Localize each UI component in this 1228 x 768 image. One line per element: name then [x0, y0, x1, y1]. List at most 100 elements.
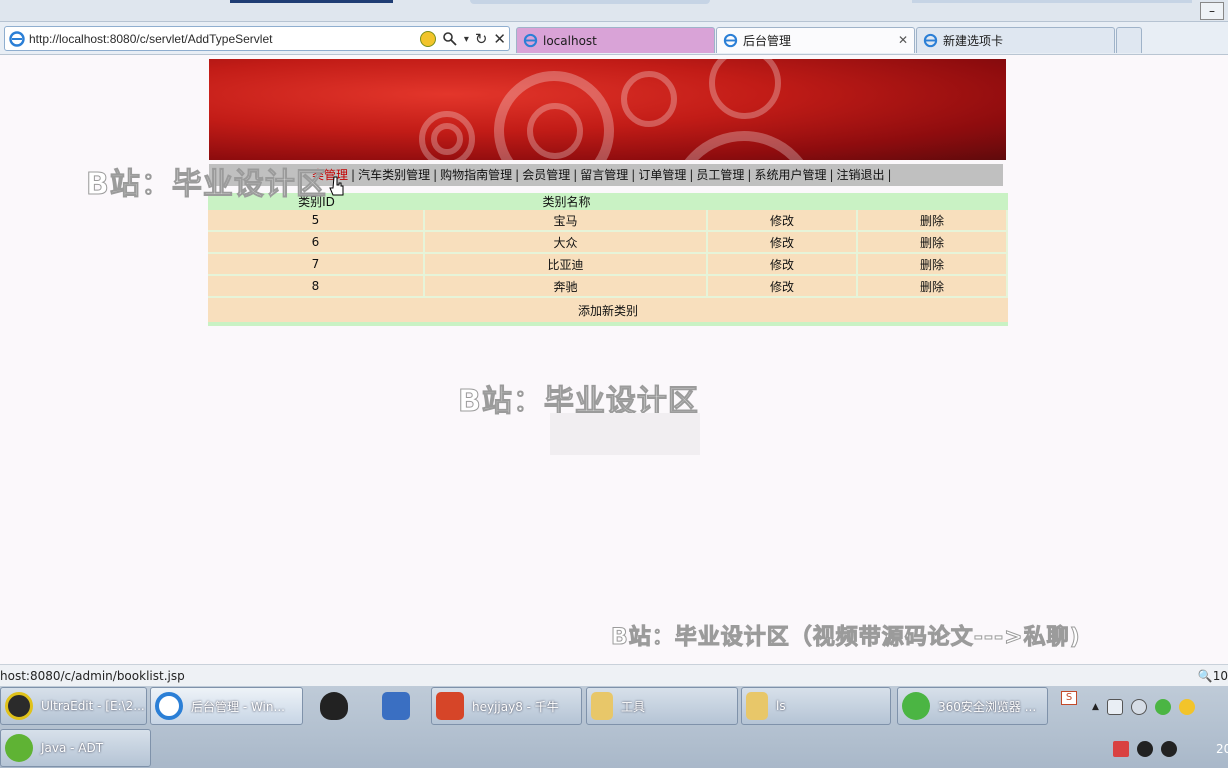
category-name: 比亚迪 [425, 254, 708, 276]
network-icon [382, 692, 410, 720]
taskbar-label: 360安全浏览器 ... [938, 699, 1037, 714]
banner-ring [527, 103, 583, 159]
tab-new[interactable]: 新建选项卡 [916, 27, 1115, 53]
edit-link[interactable]: 修改 [708, 276, 858, 298]
hand-cursor-icon [329, 176, 344, 196]
tray-expand-icon[interactable]: ▲ [1092, 702, 1099, 712]
address-url[interactable]: http://localhost:8080/c/servlet/AddTypeS… [29, 32, 272, 46]
taskbar-folder-tools[interactable]: 工具 [586, 687, 738, 725]
table-footer-row: 添加新类别 [208, 298, 1008, 326]
edit-link[interactable]: 修改 [708, 210, 858, 232]
taskbar-ie[interactable]: 后台管理 - Win... [150, 687, 303, 725]
input-method-icon[interactable]: S [1061, 691, 1077, 705]
close-tab-icon[interactable]: ✕ [898, 33, 908, 47]
taskbar-ultraedit[interactable]: UltraEdit - [E:\2... [0, 687, 147, 725]
delete-link[interactable]: 删除 [858, 210, 1008, 232]
qq-icon[interactable] [1137, 741, 1153, 757]
taskbar-network[interactable] [378, 687, 418, 725]
browser-navbar: http://localhost:8080/c/servlet/AddTypeS… [0, 22, 1228, 55]
category-id: 7 [208, 254, 425, 276]
menu-separator: | [829, 168, 834, 182]
compat-icon[interactable] [419, 31, 436, 47]
table-row: 8 奔驰 修改 删除 [208, 276, 1008, 298]
column-header-name: 类别名称 [425, 193, 708, 210]
table-row: 6 大众 修改 删除 [208, 232, 1008, 254]
status-url: host:8080/c/admin/booklist.jsp [0, 669, 185, 683]
banner-ring [709, 59, 781, 119]
add-category-link[interactable]: 添加新类别 [208, 298, 1008, 326]
taskbar-qianniu[interactable]: heyjjay8 - 千牛 [431, 687, 582, 725]
clock: 20 [1216, 742, 1228, 756]
category-id: 6 [208, 232, 425, 254]
flag-icon[interactable] [1113, 741, 1129, 757]
menu-separator: | [351, 168, 356, 182]
category-name: 奔驰 [425, 276, 708, 298]
adt-icon [5, 734, 33, 762]
menu-separator: | [887, 168, 892, 182]
device-icon[interactable] [1106, 699, 1123, 715]
table-row: 7 比亚迪 修改 删除 [208, 254, 1008, 276]
window-title-strip: – [0, 0, 1228, 22]
toolbar-stub [912, 0, 1192, 3]
menu-separator: | [631, 168, 636, 182]
zoom-level[interactable]: 🔍10 [1198, 665, 1228, 687]
menu-separator: | [689, 168, 694, 182]
menu-item-members[interactable]: 会员管理 [522, 164, 570, 186]
taskbar-adt[interactable]: Java - ADT [0, 729, 151, 767]
taskbar-label: heyjjay8 - 千牛 [472, 699, 559, 714]
stop-icon[interactable]: ✕ [493, 30, 506, 48]
banner-ring [621, 71, 677, 127]
header-banner [209, 59, 1006, 160]
tab-label: localhost [543, 33, 597, 48]
refresh-icon[interactable]: ↻ [475, 30, 488, 48]
menu-item-car-category[interactable]: 汽车类别管理 [358, 164, 430, 186]
delete-link[interactable]: 删除 [858, 232, 1008, 254]
category-name: 大众 [425, 232, 708, 254]
taskbar-label: UltraEdit - [E:\2... [41, 699, 145, 713]
taskbar-360-browser[interactable]: 360安全浏览器 ... [897, 687, 1048, 725]
dropdown-icon[interactable]: ▾ [464, 34, 469, 45]
table-row: 5 宝马 修改 删除 [208, 210, 1008, 232]
faded-overlay [550, 413, 700, 455]
qq-icon[interactable] [1161, 741, 1177, 757]
taskbar-label: ls [776, 699, 786, 713]
search-icon[interactable] [442, 31, 458, 47]
qianniu-icon [436, 692, 464, 720]
folder-icon [746, 692, 768, 720]
delete-link[interactable]: 删除 [858, 276, 1008, 298]
menu-item-staff[interactable]: 员工管理 [696, 164, 744, 186]
delete-link[interactable]: 删除 [858, 254, 1008, 276]
menu-item-messages[interactable]: 留言管理 [580, 164, 628, 186]
search-box-stub [470, 0, 710, 4]
watermark-bottom: B站：毕业设计区（视频带源码论文--->私聊) [611, 625, 1081, 651]
tab-localhost[interactable]: localhost [516, 27, 715, 53]
new-tab-button[interactable] [1116, 27, 1142, 53]
taskbar-indicator [230, 0, 393, 3]
ultraedit-icon [5, 692, 33, 720]
ie-icon [723, 33, 738, 48]
category-table: 类别ID 类别名称 5 宝马 修改 删除 6 大众 修改 删除 7 比亚迪 修改… [208, 193, 1008, 326]
taskbar-qq[interactable] [316, 687, 356, 725]
edit-link[interactable]: 修改 [708, 232, 858, 254]
menu-separator: | [747, 168, 752, 182]
update-icon[interactable] [1178, 699, 1195, 715]
banner-ring [431, 123, 463, 155]
security-icon[interactable] [1154, 699, 1171, 715]
menu-item-system-users[interactable]: 系统用户管理 [754, 164, 826, 186]
menu-item-logout[interactable]: 注销退出 [837, 164, 885, 186]
menu-item-shopping-guide[interactable]: 购物指南管理 [440, 164, 512, 186]
ie-icon [923, 33, 938, 48]
tab-admin[interactable]: 后台管理 ✕ [716, 27, 915, 53]
edit-link[interactable]: 修改 [708, 254, 858, 276]
address-tools: ▾ ↻ ✕ [419, 30, 506, 48]
address-bar[interactable]: http://localhost:8080/c/servlet/AddTypeS… [4, 26, 510, 51]
banner-ring [669, 131, 819, 160]
minimize-button[interactable]: – [1200, 2, 1224, 20]
taskbar-folder-ls[interactable]: ls [741, 687, 891, 725]
volume-icon[interactable] [1130, 699, 1147, 715]
taskbar-label: Java - ADT [41, 741, 104, 755]
tab-label: 后台管理 [743, 34, 792, 48]
taskbar-label: 后台管理 - Win... [191, 699, 285, 714]
category-id: 8 [208, 276, 425, 298]
menu-item-orders[interactable]: 订单管理 [638, 164, 686, 186]
